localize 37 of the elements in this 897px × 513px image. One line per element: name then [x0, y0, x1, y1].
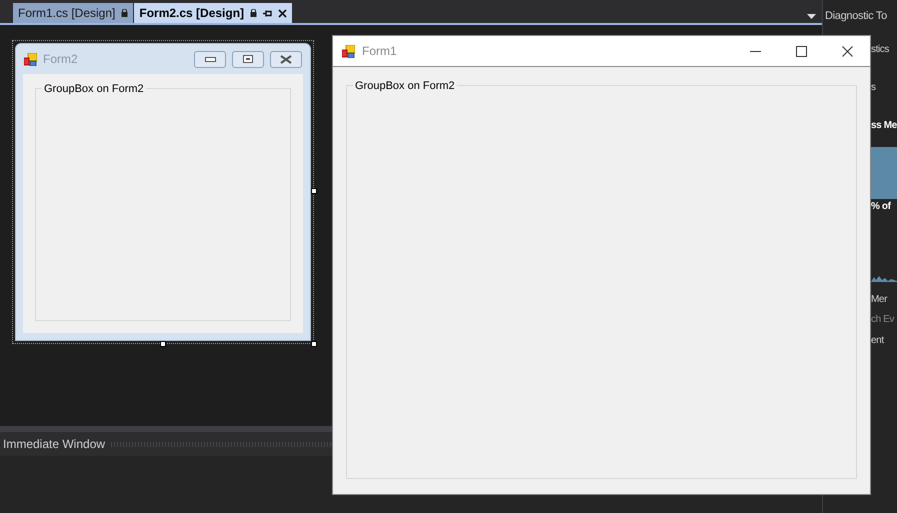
panel-text: s [871, 81, 877, 95]
form-title: Form2 [43, 51, 78, 68]
lock-icon [250, 9, 258, 17]
editor-tab[interactable]: Form2.cs [Design] [133, 3, 292, 23]
sparkline [871, 274, 897, 282]
panel-text: stics [871, 43, 890, 57]
group-box-label: GroupBox on Form2 [42, 81, 146, 98]
close-icon[interactable] [278, 8, 288, 18]
panel-text: Mer [871, 293, 888, 307]
resize-handle[interactable] [160, 341, 166, 347]
lock-icon [121, 9, 128, 17]
panel-title: Diagnostic To [825, 8, 887, 24]
close-icon [842, 46, 852, 56]
resize-handle[interactable] [311, 341, 317, 347]
minimize-button[interactable] [194, 50, 226, 68]
window-title: Form1 [362, 43, 397, 60]
pin-icon[interactable] [263, 8, 272, 18]
close-icon [280, 54, 292, 64]
maximize-button[interactable] [232, 50, 264, 68]
close-button[interactable] [270, 50, 302, 68]
form-icon [342, 44, 355, 58]
designer-form[interactable]: Form2 GroupBox on Form2 [12, 40, 314, 344]
maximize-icon [796, 46, 806, 56]
editor-tab[interactable]: Form1.cs [Design] [13, 3, 134, 23]
minimize-icon [204, 56, 216, 62]
minimize-icon [750, 50, 760, 52]
dropdown-icon[interactable] [807, 14, 816, 20]
panel-text: ch Ev [871, 313, 896, 327]
form-icon [24, 52, 37, 66]
group-box-label: GroupBox on Form2 [353, 78, 457, 94]
maximize-icon [243, 55, 253, 63]
resize-handle[interactable] [311, 188, 317, 194]
panel-text: ent [871, 334, 886, 348]
panel-text: % of [871, 200, 892, 214]
chart-area [868, 147, 897, 199]
panel-title: Immediate Window [3, 436, 106, 453]
panel-text: ss Me [871, 119, 897, 133]
